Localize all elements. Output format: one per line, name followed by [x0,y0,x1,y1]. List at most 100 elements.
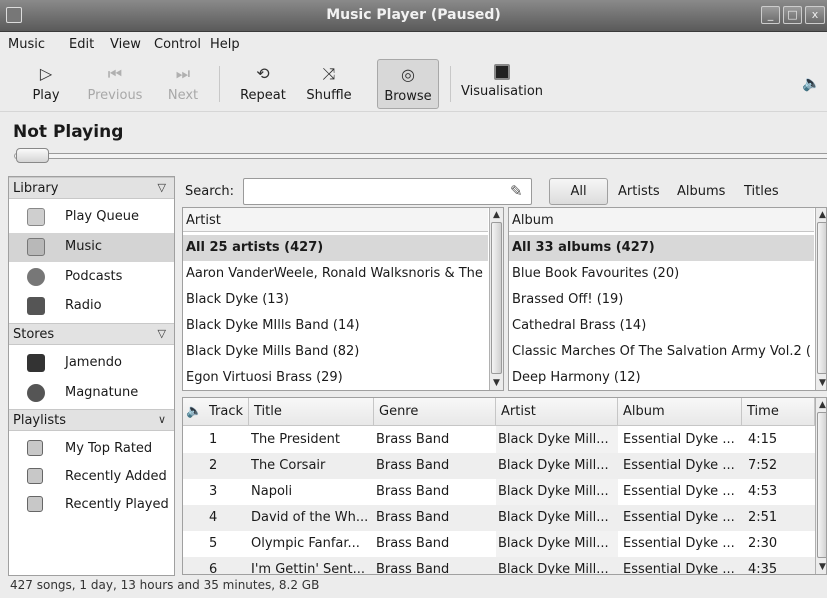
magnatune-icon [27,384,45,402]
artist-scrollbar[interactable]: ▲ ▼ [489,208,503,390]
table-row[interactable]: 6 I'm Gettin' Sent... Brass Band Black D… [183,557,815,575]
album-row[interactable]: Deep Harmony (12) [509,365,814,390]
maximize-button[interactable]: □ [783,6,802,24]
table-row[interactable]: 1 The President Brass Band Black Dyke Mi… [183,427,815,453]
previous-button[interactable]: ⏮ Previous [80,56,150,112]
repeat-button[interactable]: ⟲ Repeat [234,56,292,112]
table-row[interactable]: 3 Napoli Brass Band Black Dyke Mill... E… [183,479,815,505]
artist-row[interactable]: Black Dyke (13) [183,287,488,313]
scroll-down-icon[interactable]: ▼ [490,376,503,390]
browse-label: Browse [384,89,432,104]
column-header-label: Album [623,404,665,419]
album-row[interactable]: Cathedral Brass (14) [509,313,814,339]
track-list: 🔈 Track Title Genre Artist Album Time 1 … [182,397,827,575]
sidebar-item-music[interactable]: Music [9,233,174,262]
album-row[interactable]: Classic Marches Of The Salvation Army Vo… [509,339,814,365]
scroll-up-icon[interactable]: ▲ [816,208,826,222]
stores-header[interactable]: Stores ▽ [9,323,174,345]
artist-scroll-thumb[interactable] [491,222,502,374]
track-number: 4 [209,510,218,525]
menu-music[interactable]: Music [8,37,45,52]
artist-row[interactable]: Aaron VanderWeele, Ronald Walksnoris & T… [183,261,488,287]
window-title: Music Player (Paused) [326,7,501,23]
shuffle-button[interactable]: ⤨ Shuffle [302,56,356,112]
album-row[interactable]: All 33 albums (427) [509,235,814,261]
column-header-label: Track [209,404,244,419]
scroll-up-icon[interactable]: ▲ [816,398,826,412]
library-header[interactable]: Library ▽ [9,177,174,199]
volume-icon[interactable]: 🔈 [802,74,821,92]
album-row[interactable]: Blue Book Favourites (20) [509,261,814,287]
seek-handle[interactable] [16,148,49,163]
sidebar-item-magnatune[interactable]: Magnatune [9,379,174,408]
play-button[interactable]: ▷ Play [20,56,72,112]
album-scroll-thumb[interactable] [817,222,826,374]
column-header-time[interactable]: Time [742,398,815,426]
column-header-title[interactable]: Title [249,398,374,426]
album-column-header[interactable]: Album [509,208,814,232]
radio-icon [27,297,45,315]
artist-row[interactable]: Egon Virtuosi Brass (29) [183,365,488,390]
visualisation-button[interactable]: Visualisation [458,56,546,112]
playlists-header[interactable]: Playlists ∨ [9,409,174,431]
sidebar-item-label: Radio [65,298,102,313]
collapse-icon: ▽ [157,181,166,194]
sidebar-item-label: Podcasts [65,269,123,284]
artist-row[interactable]: Black Dyke Mills Band (82) [183,339,488,365]
album-row[interactable]: Brassed Off! (19) [509,287,814,313]
artist-column-header[interactable]: Artist [183,208,488,232]
sidebar-item-play-queue[interactable]: Play Queue [9,203,174,232]
browse-button[interactable]: ◎ Browse [377,59,439,109]
table-row[interactable]: 5 Olympic Fanfar... Brass Band Black Dyk… [183,531,815,557]
menu-view[interactable]: View [110,37,141,52]
scroll-down-icon[interactable]: ▼ [816,560,826,574]
filter-artists-button[interactable]: Artists [618,184,660,199]
sidebar-item-recently-played[interactable]: Recently Played [9,491,174,520]
column-header-genre[interactable]: Genre [374,398,496,426]
menu-control[interactable]: Control [154,37,201,52]
search-input[interactable] [243,178,532,205]
track-title: The President [251,432,340,447]
track-artist: Black Dyke Mill... [498,536,609,551]
column-header-track[interactable]: 🔈 Track [183,398,249,426]
menu-edit[interactable]: Edit [69,37,94,52]
album-scrollbar[interactable]: ▲ ▼ [815,208,826,390]
now-playing-label: Not Playing [13,122,124,142]
track-album: Essential Dyke ... [623,536,735,551]
column-header-artist[interactable]: Artist [496,398,618,426]
table-row[interactable]: 2 The Corsair Brass Band Black Dyke Mill… [183,453,815,479]
column-header-album[interactable]: Album [618,398,742,426]
track-time: 4:35 [748,562,778,575]
filter-titles-button[interactable]: Titles [744,184,779,199]
seek-bar[interactable] [14,153,827,159]
visualisation-label: Visualisation [460,84,544,99]
sidebar-item-radio[interactable]: Radio [9,292,174,321]
status-bar: 427 songs, 1 day, 13 hours and 35 minute… [10,578,320,592]
track-time: 2:51 [748,510,778,525]
search-label: Search: [185,184,235,199]
artist-row[interactable]: All 25 artists (427) [183,235,488,261]
sidebar-item-label: Music [65,239,102,254]
sidebar-item-my-top-rated[interactable]: My Top Rated [9,435,174,464]
track-scrollbar[interactable]: ▲ ▼ [815,398,826,574]
clear-search-icon[interactable]: ✎ [510,182,523,200]
track-scroll-thumb[interactable] [817,412,826,558]
scroll-down-icon[interactable]: ▼ [816,376,826,390]
column-header-label: Time [747,404,779,419]
minimize-button[interactable]: _ [761,6,780,24]
close-button[interactable]: x [805,6,825,24]
next-button[interactable]: ⏭ Next [158,56,208,112]
sidebar-item-recently-added[interactable]: Recently Added [9,463,174,492]
sidebar-item-podcasts[interactable]: Podcasts [9,263,174,292]
menu-help[interactable]: Help [210,37,240,52]
filter-albums-button[interactable]: Albums [677,184,725,199]
table-row[interactable]: 4 David of the Wh... Brass Band Black Dy… [183,505,815,531]
artist-row[interactable]: Black Dyke MIlls Band (14) [183,313,488,339]
scroll-up-icon[interactable]: ▲ [490,208,503,222]
sidebar-item-label: Recently Played [65,497,169,512]
sidebar-item-jamendo[interactable]: Jamendo [9,349,174,378]
collapse-icon: ∨ [157,413,166,426]
shuffle-icon: ⤨ [322,64,336,83]
filter-all-button[interactable]: All [549,178,608,205]
track-genre: Brass Band [376,510,450,525]
